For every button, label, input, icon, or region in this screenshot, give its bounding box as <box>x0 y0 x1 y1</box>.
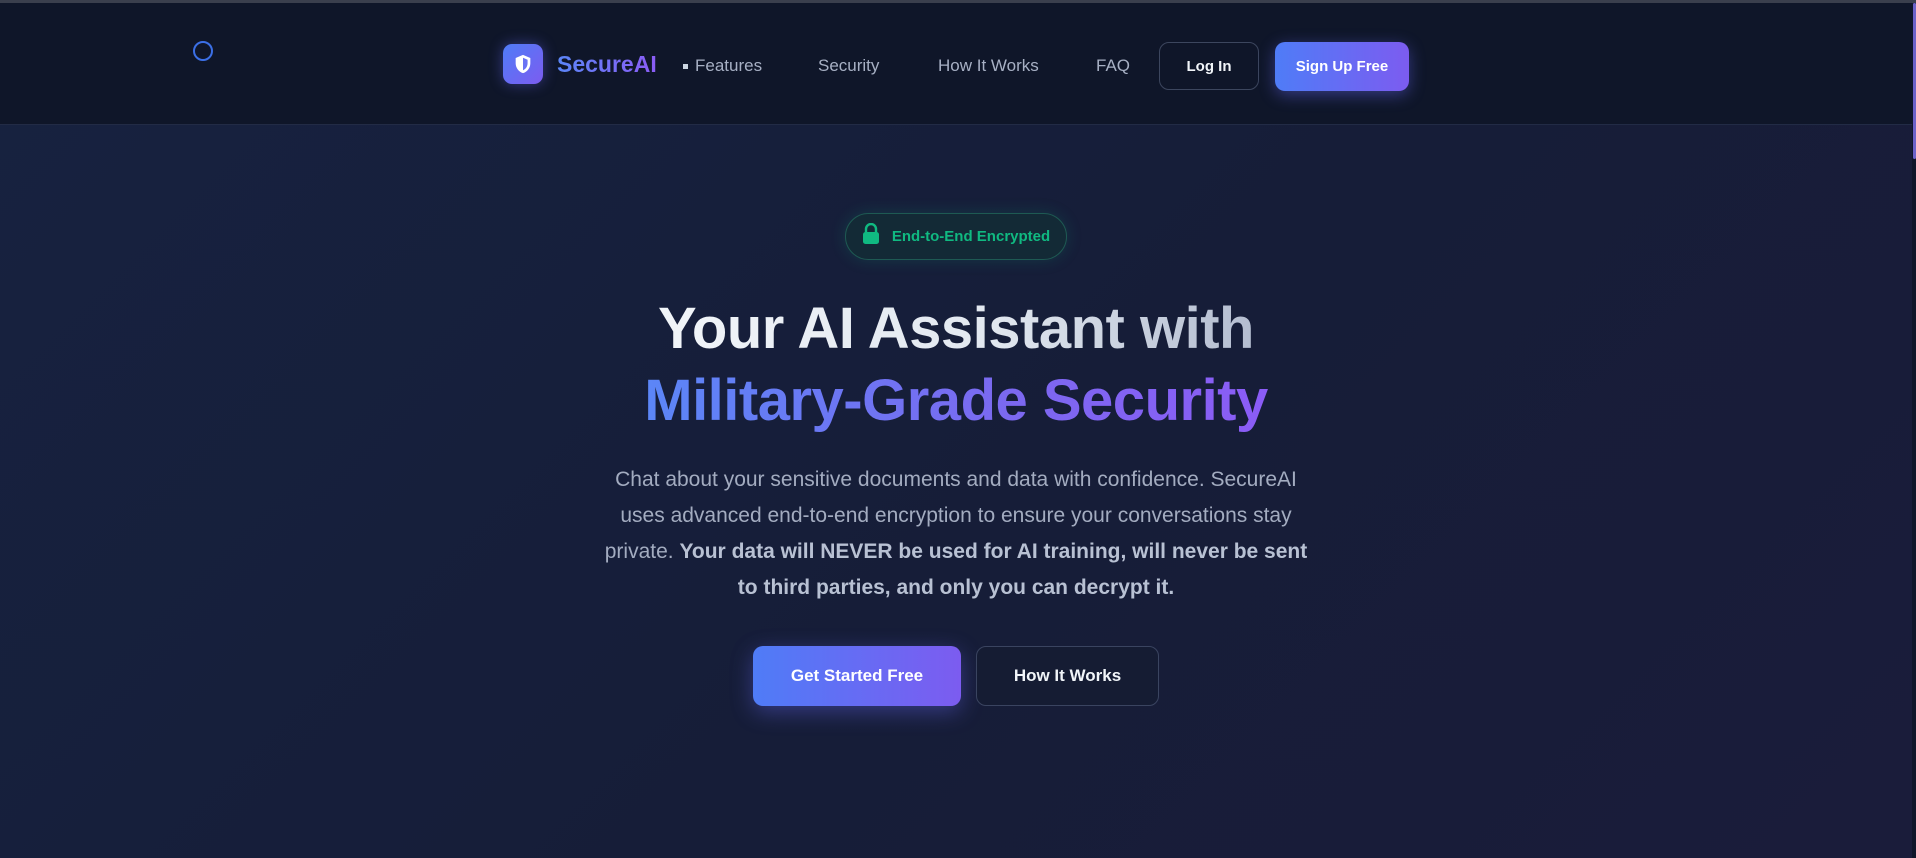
signup-button[interactable]: Sign Up Free <box>1275 42 1409 91</box>
hero-description: Chat about your sensitive documents and … <box>596 462 1316 606</box>
lock-icon <box>862 222 880 250</box>
hero-title-line-1: Your AI Assistant with <box>0 295 1912 362</box>
nav-link-security[interactable]: Security <box>818 56 879 76</box>
badge-label: End-to-End Encrypted <box>891 228 1051 245</box>
shield-icon <box>503 44 543 84</box>
nav-bullet-icon <box>683 64 688 69</box>
how-it-works-button[interactable]: How It Works <box>976 646 1159 706</box>
nav-link-features[interactable]: Features <box>695 56 762 76</box>
brand-name: SecureAI <box>557 50 657 77</box>
login-button[interactable]: Log In <box>1159 42 1259 90</box>
nav-link-how-it-works[interactable]: How It Works <box>938 56 1039 76</box>
get-started-button[interactable]: Get Started Free <box>753 646 961 706</box>
brand-logo-link[interactable]: SecureAI <box>503 44 657 84</box>
hero-title-text: Your AI Assistant with <box>658 296 1254 361</box>
encryption-badge: End-to-End Encrypted <box>845 213 1067 260</box>
hero-title-highlight: Military-Grade Security <box>644 368 1268 433</box>
loading-ring-icon <box>193 41 213 61</box>
hero-title-line-2: Military-Grade Security <box>0 367 1912 434</box>
hero-description-emphasis: Your data will NEVER be used for AI trai… <box>679 540 1308 599</box>
site-header: SecureAI Features Security How It Works … <box>0 3 1912 125</box>
nav-link-faq[interactable]: FAQ <box>1096 56 1130 76</box>
